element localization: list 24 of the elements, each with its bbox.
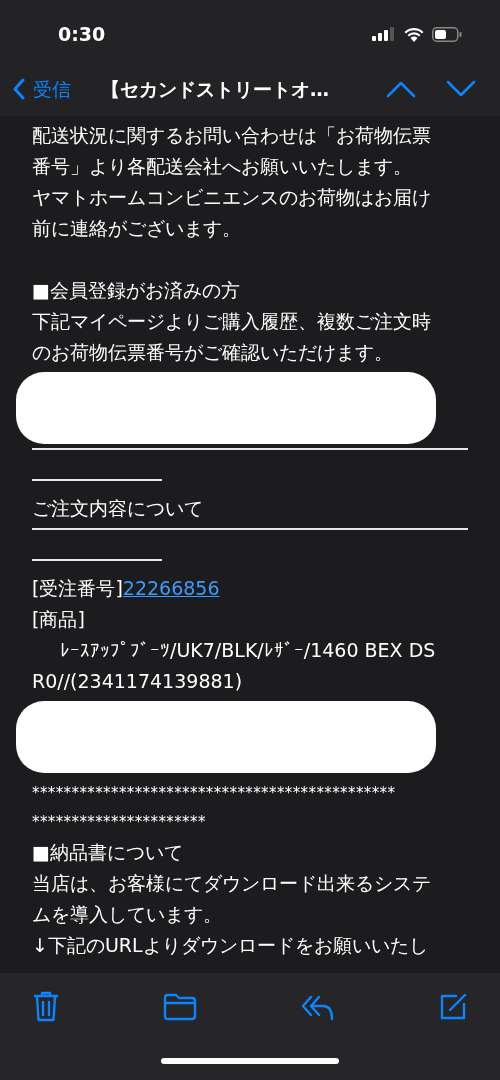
- folder-icon[interactable]: [163, 993, 198, 1021]
- wifi-icon: [404, 26, 424, 42]
- chevron-left-icon: [12, 78, 25, 100]
- status-time: 0:30: [58, 21, 106, 47]
- battery-icon: [432, 26, 462, 42]
- section-heading: ■納品書について: [32, 840, 184, 865]
- body-text: ご注文内容について: [32, 496, 204, 521]
- chevron-up-icon[interactable]: [386, 80, 416, 98]
- body-text: [商品]: [32, 607, 86, 632]
- trash-icon[interactable]: [32, 991, 60, 1023]
- body-text: 配送状況に関するお問い合わせは「お荷物伝票 番号」より各配送会社へお願いいたします。 ヤマトホームコンビニエンスのお荷物はお届け 前に連絡がございます。: [32, 123, 432, 241]
- chevron-down-icon[interactable]: [446, 80, 476, 98]
- order-label: [受注番号]: [32, 576, 123, 601]
- order-number-link[interactable]: 22266856: [122, 573, 220, 604]
- reply-all-icon[interactable]: [300, 993, 335, 1021]
- nav-title: 【セカンドストリートオ…: [101, 76, 329, 102]
- signal-icon: [372, 27, 396, 41]
- asterisk-separator: ********************************************** **********************: [32, 783, 397, 833]
- body-text: 下記マイページよりご購入履歴、複数ご注文時 のお荷物伝票番号がご確認いただけます。: [32, 309, 432, 365]
- product-text: ﾚｰｽｱｯﾌﾟﾌﾞｰﾂ/UK7/BLK/ﾚｻﾞｰ/1460 BEX DS R0//(2341174139881): [32, 638, 437, 694]
- body-text: 当店は、お客様にてダウンロード出来るシステ ムを導入しています。 ↓下記のURLよりダウンロードをお願いいたし: [32, 871, 432, 958]
- compose-icon[interactable]: [438, 992, 468, 1022]
- back-button[interactable]: 受信: [12, 74, 71, 104]
- section-heading: ■会員登録がお済みの方: [32, 278, 241, 303]
